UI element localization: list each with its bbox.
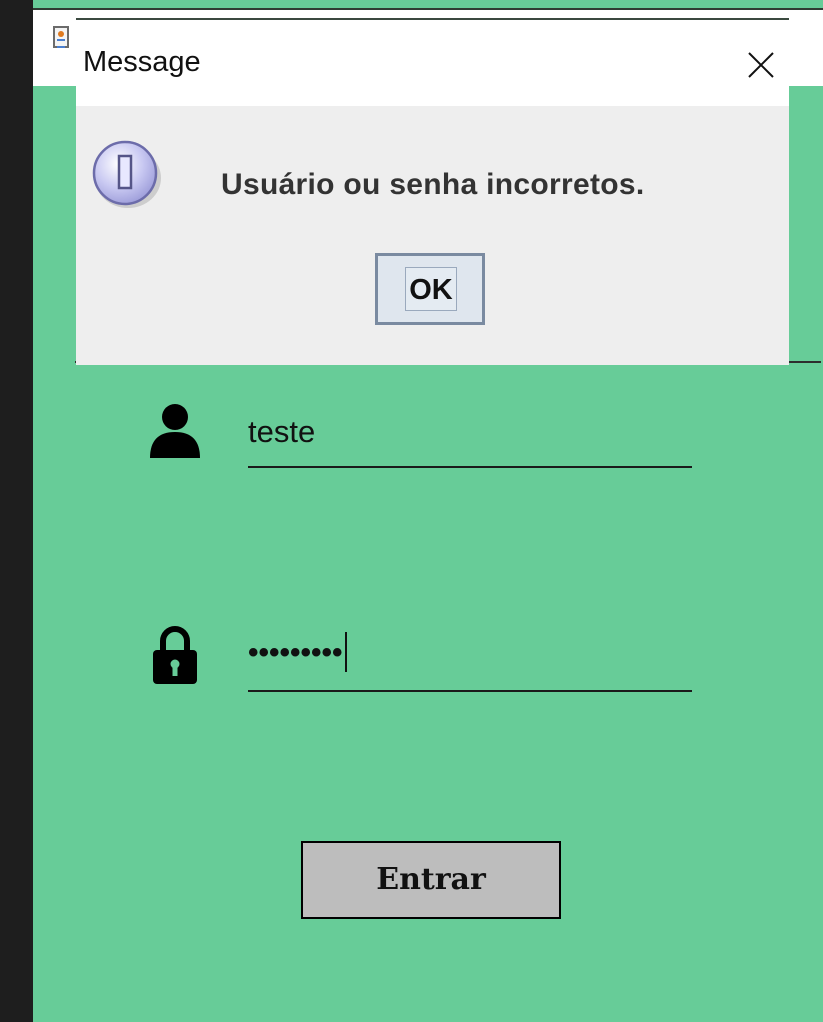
- ok-button[interactable]: OK: [375, 253, 485, 325]
- lock-icon: [153, 626, 197, 684]
- close-icon[interactable]: [746, 50, 776, 80]
- dialog-message: Usuário ou senha incorretos.: [221, 168, 645, 201]
- ok-button-label: OK: [405, 267, 457, 311]
- dialog-titlebar: Message: [76, 20, 789, 106]
- password-value: •••••••••: [248, 632, 347, 674]
- user-icon: [150, 404, 200, 458]
- info-icon: [92, 140, 161, 208]
- message-dialog: Message Usuário ou senha incorretos. OK: [76, 18, 789, 365]
- dialog-title: Message: [83, 46, 201, 78]
- enter-button[interactable]: Entrar: [301, 841, 561, 919]
- password-dots: •••••••••: [248, 635, 343, 669]
- text-caret: [344, 632, 347, 672]
- password-field[interactable]: •••••••••: [248, 632, 692, 692]
- username-value: teste: [248, 414, 316, 449]
- username-field[interactable]: teste: [248, 414, 692, 468]
- app-icon: [53, 26, 69, 48]
